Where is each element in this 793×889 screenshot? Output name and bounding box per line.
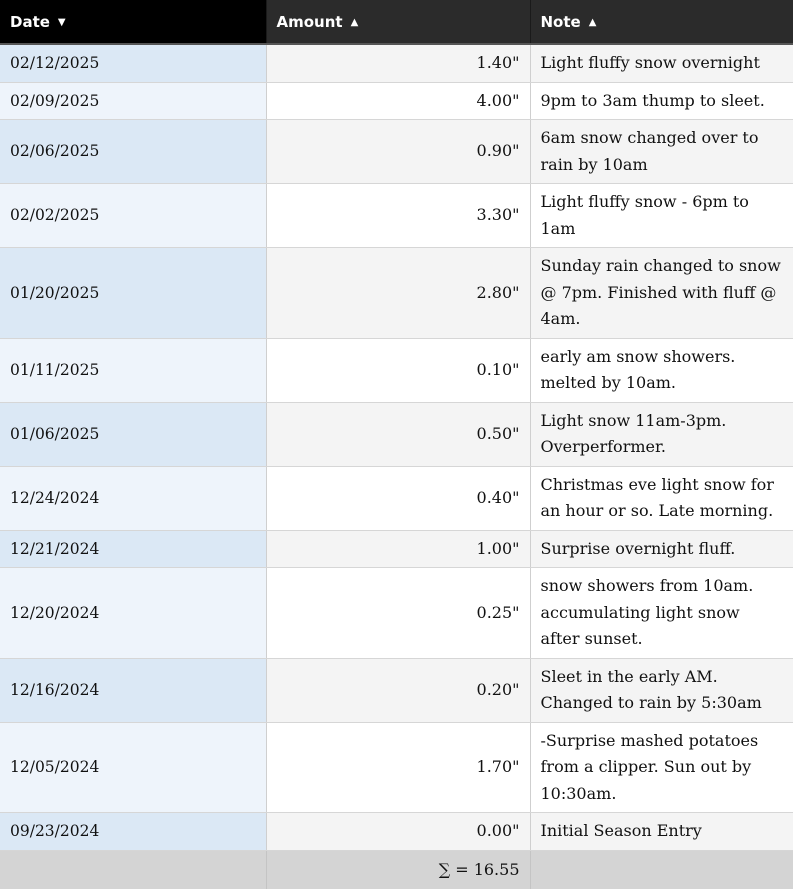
note-cell: Light fluffy snow - 6pm to 1am [530, 183, 793, 248]
table-row[interactable]: 01/11/2025 0.10" early am snow showers. … [0, 338, 793, 403]
date-cell: 12/24/2024 [0, 466, 267, 531]
amount-cell: 0.90" [266, 119, 531, 184]
note-cell: Light fluffy snow overnight [530, 44, 793, 83]
amount-cell: 1.40" [266, 44, 531, 83]
amount-cell: 0.20" [266, 658, 531, 723]
note-cell: 6am snow changed over to rain by 10am [530, 119, 793, 184]
column-header-label: Date [10, 12, 50, 31]
note-cell: Sunday rain changed to snow @ 7pm. Finis… [530, 247, 793, 339]
amount-cell: 0.00" [266, 812, 531, 851]
caret-up-icon: ▲ [350, 16, 359, 28]
amount-cell: 1.70" [266, 722, 531, 813]
table-row[interactable]: 02/12/2025 1.40" Light fluffy snow overn… [0, 44, 793, 83]
date-cell: 02/06/2025 [0, 119, 267, 184]
table-footer: ∑ = 16.55 [0, 850, 793, 889]
amount-cell: 2.80" [266, 247, 531, 339]
amount-cell: 0.10" [266, 338, 531, 403]
table-row[interactable]: 12/16/2024 0.20" Sleet in the early AM. … [0, 658, 793, 723]
note-cell: Surprise overnight fluff. [530, 530, 793, 568]
note-cell: 9pm to 3am thump to sleet. [530, 82, 793, 120]
date-cell: 12/20/2024 [0, 567, 267, 659]
footer-empty-cell [530, 850, 793, 889]
note-cell: Sleet in the early AM. Changed to rain b… [530, 658, 793, 723]
column-header-note[interactable]: Note ▲ [530, 0, 793, 45]
date-cell: 12/16/2024 [0, 658, 267, 723]
table-row[interactable]: 12/20/2024 0.25" snow showers from 10am.… [0, 567, 793, 659]
table-body: 02/12/2025 1.40" Light fluffy snow overn… [0, 44, 793, 851]
note-cell: Initial Season Entry [530, 812, 793, 851]
date-cell: 02/12/2025 [0, 44, 267, 83]
amount-cell: 4.00" [266, 82, 531, 120]
note-cell: -Surprise mashed potatoes from a clipper… [530, 722, 793, 813]
total-amount: ∑ = 16.55 [266, 850, 531, 889]
table-row[interactable]: 12/21/2024 1.00" Surprise overnight fluf… [0, 530, 793, 568]
date-cell: 02/02/2025 [0, 183, 267, 248]
caret-down-icon: ▼ [57, 16, 66, 28]
snowfall-table: Date ▼ Amount ▲ Note ▲ 02/12/2025 1.40" Lig… [0, 0, 793, 889]
table-row[interactable]: 02/06/2025 0.90" 6am snow changed over t… [0, 119, 793, 184]
date-cell: 12/21/2024 [0, 530, 267, 568]
amount-cell: 3.30" [266, 183, 531, 248]
date-cell: 09/23/2024 [0, 812, 267, 851]
table-row[interactable]: 02/09/2025 4.00" 9pm to 3am thump to sle… [0, 82, 793, 120]
note-cell: Light snow 11am-3pm. Overperformer. [530, 402, 793, 467]
column-header-amount[interactable]: Amount ▲ [266, 0, 531, 45]
note-cell: Christmas eve light snow for an hour or … [530, 466, 793, 531]
caret-up-icon: ▲ [588, 16, 597, 28]
column-header-date[interactable]: Date ▼ [0, 0, 267, 45]
date-cell: 01/06/2025 [0, 402, 267, 467]
amount-cell: 0.50" [266, 402, 531, 467]
footer-empty-cell [0, 850, 267, 889]
table-row[interactable]: 12/05/2024 1.70" -Surprise mashed potato… [0, 722, 793, 813]
table-row[interactable]: 12/24/2024 0.40" Christmas eve light sno… [0, 466, 793, 531]
note-cell: early am snow showers. melted by 10am. [530, 338, 793, 403]
date-cell: 12/05/2024 [0, 722, 267, 813]
amount-cell: 0.40" [266, 466, 531, 531]
note-cell: snow showers from 10am. accumulating lig… [530, 567, 793, 659]
date-cell: 02/09/2025 [0, 82, 267, 120]
table-row[interactable]: 01/20/2025 2.80" Sunday rain changed to … [0, 247, 793, 339]
table-row[interactable]: 01/06/2025 0.50" Light snow 11am-3pm. Ov… [0, 402, 793, 467]
column-header-label: Note [540, 12, 581, 31]
table-row[interactable]: 09/23/2024 0.00" Initial Season Entry [0, 812, 793, 851]
column-header-label: Amount [276, 12, 343, 31]
date-cell: 01/20/2025 [0, 247, 267, 339]
amount-cell: 0.25" [266, 567, 531, 659]
amount-cell: 1.00" [266, 530, 531, 568]
table-header: Date ▼ Amount ▲ Note ▲ [0, 0, 793, 45]
date-cell: 01/11/2025 [0, 338, 267, 403]
table-row[interactable]: 02/02/2025 3.30" Light fluffy snow - 6pm… [0, 183, 793, 248]
